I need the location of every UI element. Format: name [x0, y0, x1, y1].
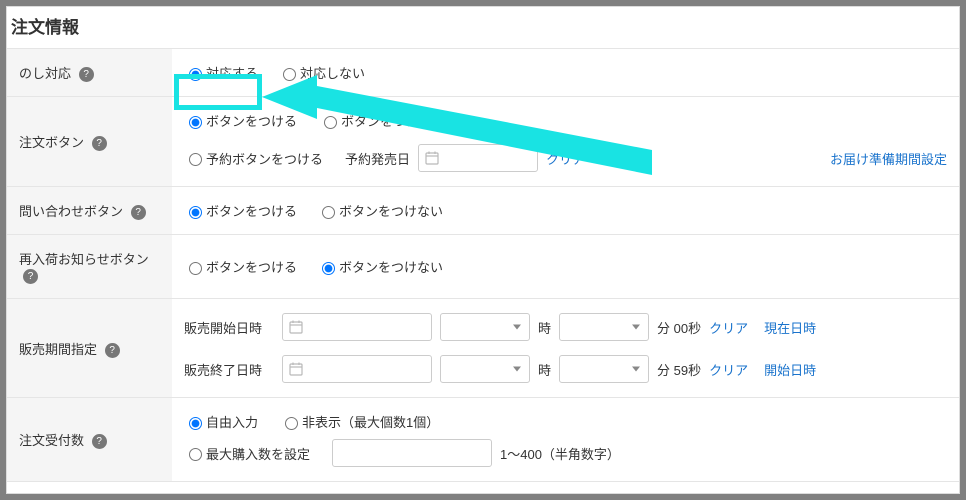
qty-hidden-radio[interactable] — [285, 417, 298, 430]
restock-on-radio[interactable] — [189, 262, 202, 275]
qty-max[interactable]: 最大購入数を設定 — [184, 444, 310, 463]
restock-off-radio[interactable] — [322, 262, 335, 275]
help-icon[interactable]: ? — [23, 269, 38, 284]
qty-max-input[interactable] — [332, 439, 492, 467]
row-label-restock: 再入荷お知らせボタン ? — [7, 235, 172, 299]
orderbtn-reserve-radio[interactable] — [189, 153, 202, 166]
noshi-no[interactable]: 対応しない — [278, 63, 365, 82]
inquiry-off[interactable]: ボタンをつけない — [317, 201, 443, 220]
chevron-down-icon — [632, 325, 640, 330]
start-min-select[interactable] — [559, 313, 649, 341]
end-start-link[interactable]: 開始日時 — [764, 360, 816, 379]
noshi-yes[interactable]: 対応する — [184, 63, 258, 82]
end-clear-link[interactable]: クリア — [709, 360, 748, 379]
page-title: 注文情報 — [7, 7, 959, 49]
min-start-label: 分 00秒 — [657, 318, 701, 337]
help-icon[interactable]: ? — [105, 343, 120, 358]
qty-free-radio[interactable] — [189, 417, 202, 430]
hour-label: 時 — [538, 318, 551, 337]
orderbtn-on[interactable]: ボタンをつける — [184, 111, 297, 130]
help-icon[interactable]: ? — [131, 205, 146, 220]
help-icon[interactable]: ? — [92, 434, 107, 449]
qty-max-radio[interactable] — [189, 448, 202, 461]
row-label-period: 販売期間指定 ? — [7, 299, 172, 398]
restock-off[interactable]: ボタンをつけない — [317, 257, 443, 276]
restock-on[interactable]: ボタンをつける — [184, 257, 297, 276]
end-date-input[interactable] — [282, 355, 432, 383]
help-icon[interactable]: ? — [92, 136, 107, 151]
form-table: のし対応 ? 対応する 対応しない — [7, 49, 959, 482]
inquiry-on-radio[interactable] — [189, 206, 202, 219]
noshi-no-radio[interactable] — [283, 68, 296, 81]
start-hour-select[interactable] — [440, 313, 530, 341]
inquiry-off-radio[interactable] — [322, 206, 335, 219]
delivery-setting-link[interactable]: お届け準備期間設定 — [830, 149, 947, 168]
end-min-select[interactable] — [559, 355, 649, 383]
qty-free[interactable]: 自由入力 — [184, 412, 258, 431]
start-date-input[interactable] — [282, 313, 432, 341]
reserve-today-link[interactable]: 現在日 — [601, 149, 640, 168]
chevron-down-icon — [513, 367, 521, 372]
qty-hidden[interactable]: 非表示（最大個数1個） — [280, 412, 439, 431]
row-label-inquiry: 問い合わせボタン ? — [7, 187, 172, 235]
qty-range: 1～400（半角数字） — [500, 444, 620, 463]
chevron-down-icon — [513, 325, 521, 330]
start-label: 販売開始日時 — [184, 318, 274, 337]
row-label-noshi: のし対応 ? — [7, 49, 172, 97]
reserve-clear-link[interactable]: クリア — [546, 149, 585, 168]
reserve-date-input[interactable] — [418, 144, 538, 172]
calendar-icon — [425, 151, 439, 165]
orderbtn-on-radio[interactable] — [189, 116, 202, 129]
row-label-qty: 注文受付数 ? — [7, 398, 172, 482]
end-hour-select[interactable] — [440, 355, 530, 383]
row-label-orderbtn: 注文ボタン ? — [7, 97, 172, 187]
reserve-date-label: 予約発売日 — [345, 149, 410, 168]
noshi-yes-radio[interactable] — [189, 68, 202, 81]
calendar-icon — [289, 320, 303, 334]
hour-label: 時 — [538, 360, 551, 379]
orderbtn-off-radio[interactable] — [324, 116, 337, 129]
inquiry-on[interactable]: ボタンをつける — [184, 201, 297, 220]
orderbtn-off[interactable]: ボタンをつけない — [319, 111, 445, 130]
help-icon[interactable]: ? — [79, 67, 94, 82]
orderbtn-reserve[interactable]: 予約ボタンをつける — [184, 149, 323, 168]
min-end-label: 分 59秒 — [657, 360, 701, 379]
chevron-down-icon — [632, 367, 640, 372]
end-label: 販売終了日時 — [184, 360, 274, 379]
calendar-icon — [289, 362, 303, 376]
start-clear-link[interactable]: クリア — [709, 318, 748, 337]
start-now-link[interactable]: 現在日時 — [764, 318, 816, 337]
